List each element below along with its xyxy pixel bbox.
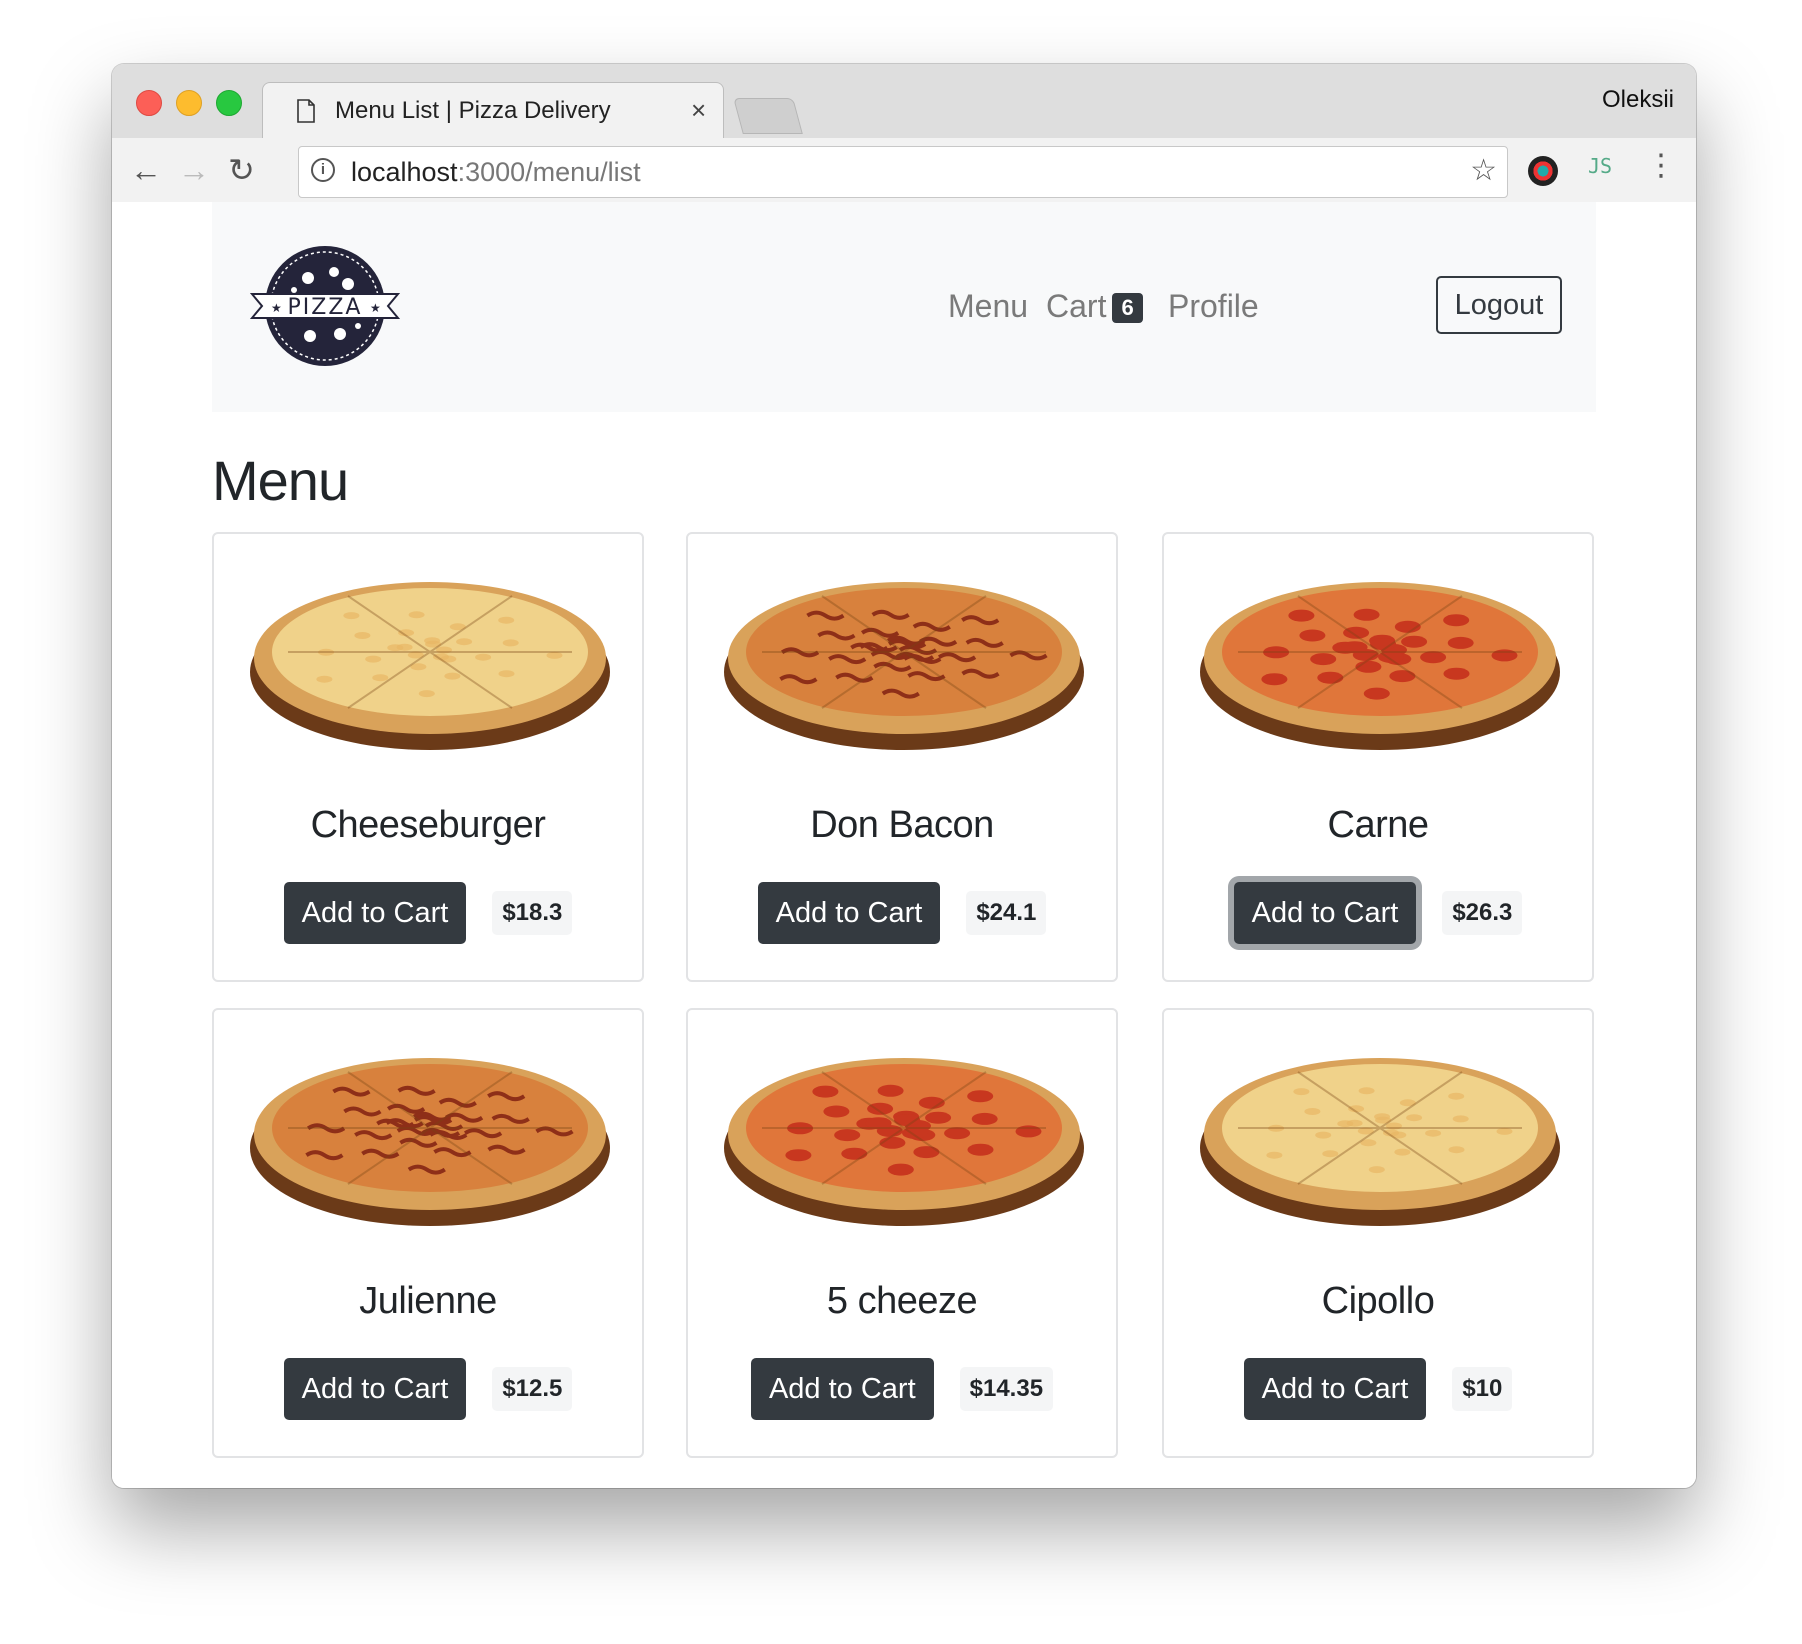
nav-profile-link[interactable]: Profile <box>1168 288 1259 325</box>
js-extension-icon[interactable]: JS <box>1588 154 1612 178</box>
tab-title: Menu List | Pizza Delivery <box>335 97 611 124</box>
minimize-window-button[interactable] <box>176 90 202 116</box>
menu-card: Cipollo Add to Cart $10 <box>1162 1008 1594 1458</box>
price-badge: $24.1 <box>966 891 1047 935</box>
page-icon <box>297 99 315 123</box>
pizza-name: Cipollo <box>1321 1280 1435 1322</box>
card-actions: Add to Cart $12.5 <box>214 1358 642 1420</box>
title-bar: Menu List | Pizza Delivery × Oleksii <box>112 64 1696 139</box>
logo-text: PIZZA <box>288 295 363 320</box>
info-icon[interactable]: i <box>311 158 335 182</box>
card-actions: Add to Cart $26.3 <box>1164 882 1592 944</box>
url-text[interactable]: localhost:3000/menu/list <box>351 157 641 188</box>
add-to-cart-button[interactable]: Add to Cart <box>1233 882 1417 944</box>
menu-card: Carne Add to Cart $26.3 <box>1162 532 1594 982</box>
pizza-image <box>724 1058 1084 1226</box>
page-title: Menu <box>212 449 349 512</box>
profile-name[interactable]: Oleksii <box>1602 86 1674 114</box>
new-tab-button[interactable] <box>733 98 803 134</box>
browser-tab[interactable]: Menu List | Pizza Delivery × <box>262 82 724 139</box>
add-to-cart-button[interactable]: Add to Cart <box>750 1358 934 1420</box>
pizza-name: Don Bacon <box>810 804 994 846</box>
card-actions: Add to Cart $18.3 <box>214 882 642 944</box>
nav-cart-label: Cart <box>1046 288 1107 324</box>
price-badge: $26.3 <box>1442 891 1523 935</box>
browser-menu-icon[interactable]: ⋮ <box>1646 148 1676 183</box>
add-to-cart-button[interactable]: Add to Cart <box>283 1358 467 1420</box>
price-badge: $10 <box>1452 1367 1513 1411</box>
pizza-image <box>250 582 610 750</box>
browser-window: Menu List | Pizza Delivery × Oleksii ← →… <box>112 64 1696 1488</box>
add-to-cart-button[interactable]: Add to Cart <box>1243 1358 1427 1420</box>
browser-toolbar: ← → ↻ i localhost:3000/menu/list ☆ JS ⋮ <box>112 138 1696 203</box>
site-navbar: PIZZA ★ ★ Menu Cart 6 Profile Logout <box>212 202 1596 412</box>
menu-card: Julienne Add to Cart $12.5 <box>212 1008 644 1458</box>
maximize-window-button[interactable] <box>216 90 242 116</box>
cart-count-badge: 6 <box>1112 293 1143 323</box>
back-arrow-icon[interactable]: ← <box>130 150 162 190</box>
menu-card: Don Bacon Add to Cart $24.1 <box>686 532 1118 982</box>
card-actions: Add to Cart $14.35 <box>688 1358 1116 1420</box>
pizza-image <box>724 582 1084 750</box>
close-tab-icon[interactable]: × <box>691 95 706 126</box>
reload-icon[interactable]: ↻ <box>228 150 255 190</box>
pizza-image <box>1200 1058 1560 1226</box>
pizza-image <box>250 1058 610 1226</box>
add-to-cart-button[interactable]: Add to Cart <box>283 882 467 944</box>
address-bar[interactable]: i localhost:3000/menu/list ☆ <box>298 146 1508 198</box>
menu-card: Cheeseburger Add to Cart $18.3 <box>212 532 644 982</box>
page-content: PIZZA ★ ★ Menu Cart 6 Profile Logout Menu… <box>112 202 1696 1488</box>
camera-extension-icon[interactable] <box>1528 156 1558 186</box>
card-actions: Add to Cart $24.1 <box>688 882 1116 944</box>
logout-button[interactable]: Logout <box>1436 276 1562 334</box>
menu-card: 5 cheeze Add to Cart $14.35 <box>686 1008 1118 1458</box>
close-window-button[interactable] <box>136 90 162 116</box>
add-to-cart-button[interactable]: Add to Cart <box>757 882 941 944</box>
forward-arrow-icon[interactable]: → <box>178 150 210 190</box>
price-badge: $14.35 <box>959 1367 1054 1411</box>
pizza-name: Carne <box>1327 804 1430 846</box>
price-badge: $18.3 <box>492 891 573 935</box>
url-path: :3000/menu/list <box>457 157 641 187</box>
pizza-name: 5 cheeze <box>826 1280 978 1322</box>
pizza-name: Cheeseburger <box>310 804 546 846</box>
bookmark-star-icon[interactable]: ☆ <box>1470 153 1497 188</box>
nav-cart-link[interactable]: Cart 6 <box>1046 288 1143 325</box>
pizza-name: Julienne <box>359 1280 497 1322</box>
card-actions: Add to Cart $10 <box>1164 1358 1592 1420</box>
pizza-image <box>1200 582 1560 750</box>
svg-text:★: ★ <box>271 301 282 315</box>
url-host: localhost <box>351 157 458 187</box>
pizza-logo[interactable]: PIZZA ★ ★ <box>250 244 400 368</box>
svg-text:★: ★ <box>370 301 381 315</box>
nav-menu-link[interactable]: Menu <box>948 288 1028 325</box>
price-badge: $12.5 <box>492 1367 573 1411</box>
